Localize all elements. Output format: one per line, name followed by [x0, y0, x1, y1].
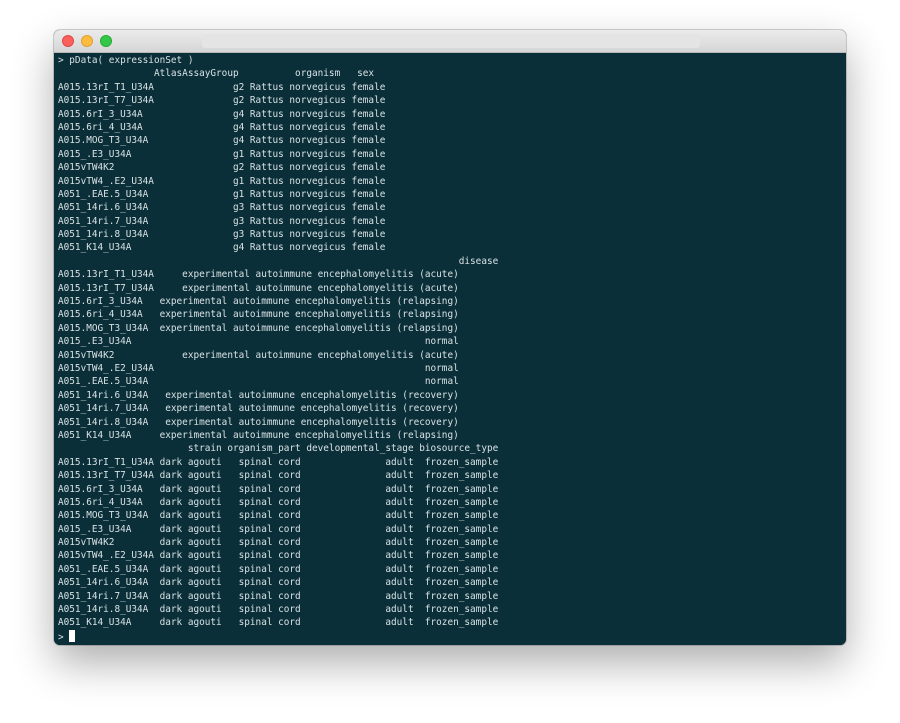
output-line: A015.6ri_4_U34A dark agouti spinal cord …	[58, 496, 499, 508]
output-line: A051_14ri.7_U34A experimental autoimmune…	[58, 403, 459, 415]
output-line: A015vTW4_.E2_U34A normal	[58, 362, 459, 374]
output-line: A015vTW4K2 dark agouti spinal cord adult…	[58, 537, 499, 549]
output-line: A051_.EAE.5_U34A dark agouti spinal cord…	[58, 563, 499, 575]
tab-strip[interactable]	[202, 34, 700, 48]
output-line: A015.13rI_T7_U34A dark agouti spinal cor…	[58, 470, 499, 482]
output-line: A015.MOG_T3_U34A dark agouti spinal cord…	[58, 510, 499, 522]
output-line: A015.MOG_T3_U34A g4 Rattus norvegicus fe…	[58, 135, 386, 147]
output-line: A015.13rI_T1_U34A g2 Rattus norvegicus f…	[58, 81, 386, 93]
output-line: A051_K14_U34A experimental autoimmune en…	[58, 429, 459, 441]
output-line: A015.MOG_T3_U34A experimental autoimmune…	[58, 322, 459, 334]
output-line: A015.13rI_T7_U34A experimental autoimmun…	[58, 282, 459, 294]
output-line: A015.6ri_4_U34A g4 Rattus norvegicus fem…	[58, 121, 386, 133]
output-line: A015_.E3_U34A normal	[58, 336, 459, 348]
output-line: A015.13rI_T1_U34A dark agouti spinal cor…	[58, 456, 499, 468]
output-line: A015.6rI_3_U34A dark agouti spinal cord …	[58, 483, 499, 495]
output-line: A051_14ri.8_U34A experimental autoimmune…	[58, 416, 459, 428]
output-line: A051_.EAE.5_U34A g1 Rattus norvegicus fe…	[58, 188, 386, 200]
output-line: A015.6rI_3_U34A g4 Rattus norvegicus fem…	[58, 108, 386, 120]
output-line: A015vTW4K2 experimental autoimmune encep…	[58, 349, 459, 361]
output-line: A051_14ri.7_U34A dark agouti spinal cord…	[58, 590, 499, 602]
output-line: A015.13rI_T1_U34A experimental autoimmun…	[58, 269, 459, 281]
output-line: disease	[58, 255, 499, 267]
title-bar[interactable]	[54, 30, 846, 53]
output-line: A015.6rI_3_U34A experimental autoimmune …	[58, 296, 459, 308]
output-line: A015_.E3_U34A dark agouti spinal cord ad…	[58, 523, 499, 535]
text-cursor	[69, 629, 76, 642]
output-line: AtlasAssayGroup organism sex	[58, 68, 375, 80]
minimize-button[interactable]	[81, 35, 93, 47]
terminal-window: > pData( expressionSet ) AtlasAssayGroup…	[54, 30, 846, 645]
output-line: A051_14ri.8_U34A g3 Rattus norvegicus fe…	[58, 229, 386, 241]
close-button[interactable]	[62, 35, 74, 47]
output-line: strain organism_part developmental_stage…	[58, 443, 499, 455]
terminal-output[interactable]: > pData( expressionSet ) AtlasAssayGroup…	[54, 53, 846, 645]
output-line: A015.6ri_4_U34A experimental autoimmune …	[58, 309, 459, 321]
output-line: A051_14ri.8_U34A dark agouti spinal cord…	[58, 604, 499, 616]
zoom-button[interactable]	[100, 35, 112, 47]
output-line: A015_.E3_U34A g1 Rattus norvegicus femal…	[58, 148, 386, 160]
prompt-line[interactable]: >	[58, 629, 846, 643]
output-line: A015vTW4_.E2_U34A g1 Rattus norvegicus f…	[58, 175, 386, 187]
output-line: A015vTW4_.E2_U34A dark agouti spinal cor…	[58, 550, 499, 562]
output-line: A051_14ri.6_U34A dark agouti spinal cord…	[58, 577, 499, 589]
output-line: A051_14ri.6_U34A experimental autoimmune…	[58, 389, 459, 401]
output-line: A015vTW4K2 g2 Rattus norvegicus female	[58, 162, 386, 174]
output-line: A015.13rI_T7_U34A g2 Rattus norvegicus f…	[58, 95, 386, 107]
output-line: A051_14ri.7_U34A g3 Rattus norvegicus fe…	[58, 215, 386, 227]
output-lines: > pData( expressionSet ) AtlasAssayGroup…	[58, 54, 846, 630]
output-line: A051_.EAE.5_U34A normal	[58, 376, 459, 388]
command-line: > pData( expressionSet )	[58, 55, 194, 66]
output-line: A051_K14_U34A dark agouti spinal cord ad…	[58, 617, 499, 629]
output-line: A051_K14_U34A g4 Rattus norvegicus femal…	[58, 242, 386, 254]
prompt-text: >	[58, 631, 70, 643]
output-line: A051_14ri.6_U34A g3 Rattus norvegicus fe…	[58, 202, 386, 214]
